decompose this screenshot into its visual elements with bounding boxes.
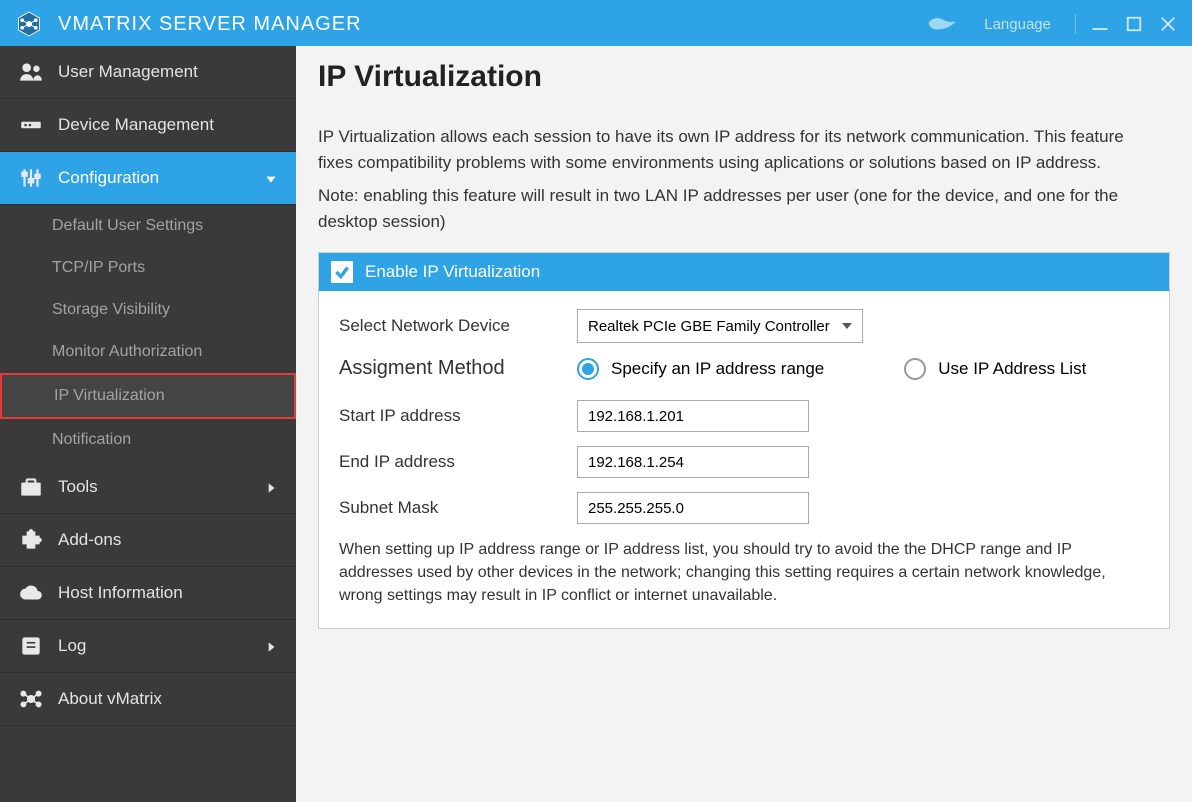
close-button[interactable] [1158, 15, 1178, 33]
sidebar-item-device-management[interactable]: Device Management [0, 99, 296, 152]
subnet-mask-label: Subnet Mask [339, 498, 569, 518]
page-title: IP Virtualization [318, 60, 1170, 94]
assignment-method-label: Assigment Method [339, 357, 569, 380]
sidebar-item-label: Add-ons [58, 530, 278, 550]
users-icon [18, 60, 44, 84]
enable-label: Enable IP Virtualization [365, 262, 540, 282]
start-ip-label: Start IP address [339, 406, 569, 426]
sidebar-item-label: User Management [58, 62, 278, 82]
sidebar-sub-default-user-settings[interactable]: Default User Settings [0, 205, 296, 247]
content-area: IP Virtualization IP Virtualization allo… [296, 46, 1192, 802]
title-bar: VMATRIX SERVER MANAGER Language [0, 0, 1192, 46]
divider [1075, 14, 1076, 34]
sidebar-item-configuration[interactable]: Configuration [0, 152, 296, 205]
sidebar-sub-notification[interactable]: Notification [0, 419, 296, 461]
radio-use-list[interactable]: Use IP Address List [904, 358, 1086, 380]
sidebar-item-label: Device Management [58, 115, 278, 135]
sidebar: User Management Device Management Config… [0, 46, 296, 802]
puzzle-icon [18, 528, 44, 552]
sidebar-sub-tcp-ip-ports[interactable]: TCP/IP Ports [0, 247, 296, 289]
chevron-right-icon [264, 639, 278, 653]
app-logo-icon [14, 9, 44, 39]
network-device-value: Realtek PCIe GBE Family Controller [588, 318, 830, 335]
sidebar-item-tools[interactable]: Tools [0, 461, 296, 514]
panel-footer-text: When setting up IP address range or IP a… [339, 538, 1129, 608]
sidebar-item-log[interactable]: Log [0, 620, 296, 673]
panel-header: Enable IP Virtualization [319, 253, 1169, 291]
end-ip-label: End IP address [339, 452, 569, 472]
sidebar-sub-monitor-authorization[interactable]: Monitor Authorization [0, 331, 296, 373]
sidebar-item-label: About vMatrix [58, 689, 278, 709]
sidebar-sub-ip-virtualization[interactable]: IP Virtualization [0, 373, 296, 419]
network-icon [18, 687, 44, 711]
toolbox-icon [18, 475, 44, 499]
maximize-button[interactable] [1124, 15, 1144, 33]
sidebar-item-user-management[interactable]: User Management [0, 46, 296, 99]
settings-panel: Enable IP Virtualization Select Network … [318, 252, 1170, 629]
sidebar-item-host-information[interactable]: Host Information [0, 567, 296, 620]
select-device-label: Select Network Device [339, 316, 569, 336]
device-icon [18, 113, 44, 137]
radio-label: Use IP Address List [938, 359, 1086, 379]
sidebar-item-add-ons[interactable]: Add-ons [0, 514, 296, 567]
sidebar-item-label: Configuration [58, 168, 250, 188]
subnet-mask-input[interactable] [577, 492, 809, 524]
radio-label: Specify an IP address range [611, 359, 824, 379]
sidebar-item-label: Log [58, 636, 250, 656]
dropdown-arrow-icon [842, 323, 852, 329]
sidebar-sub-storage-visibility[interactable]: Storage Visibility [0, 289, 296, 331]
globe-icon [924, 14, 960, 34]
radio-specify-range[interactable]: Specify an IP address range [577, 358, 824, 380]
enable-checkbox[interactable] [331, 261, 353, 283]
network-device-select[interactable]: Realtek PCIe GBE Family Controller [577, 309, 863, 343]
page-description: IP Virtualization allows each session to… [318, 124, 1148, 175]
sidebar-item-label: Tools [58, 477, 250, 497]
sidebar-item-about[interactable]: About vMatrix [0, 673, 296, 726]
end-ip-input[interactable] [577, 446, 809, 478]
cloud-icon [18, 581, 44, 605]
chevron-down-icon [264, 171, 278, 185]
chevron-right-icon [264, 480, 278, 494]
sliders-icon [18, 166, 44, 190]
page-note: Note: enabling this feature will result … [318, 183, 1148, 234]
language-button[interactable]: Language [974, 16, 1061, 33]
radio-icon [904, 358, 926, 380]
start-ip-input[interactable] [577, 400, 809, 432]
sidebar-item-label: Host Information [58, 583, 278, 603]
radio-icon-checked [577, 358, 599, 380]
app-title: VMATRIX SERVER MANAGER [58, 13, 924, 36]
minimize-button[interactable] [1090, 15, 1110, 33]
log-icon [18, 634, 44, 658]
